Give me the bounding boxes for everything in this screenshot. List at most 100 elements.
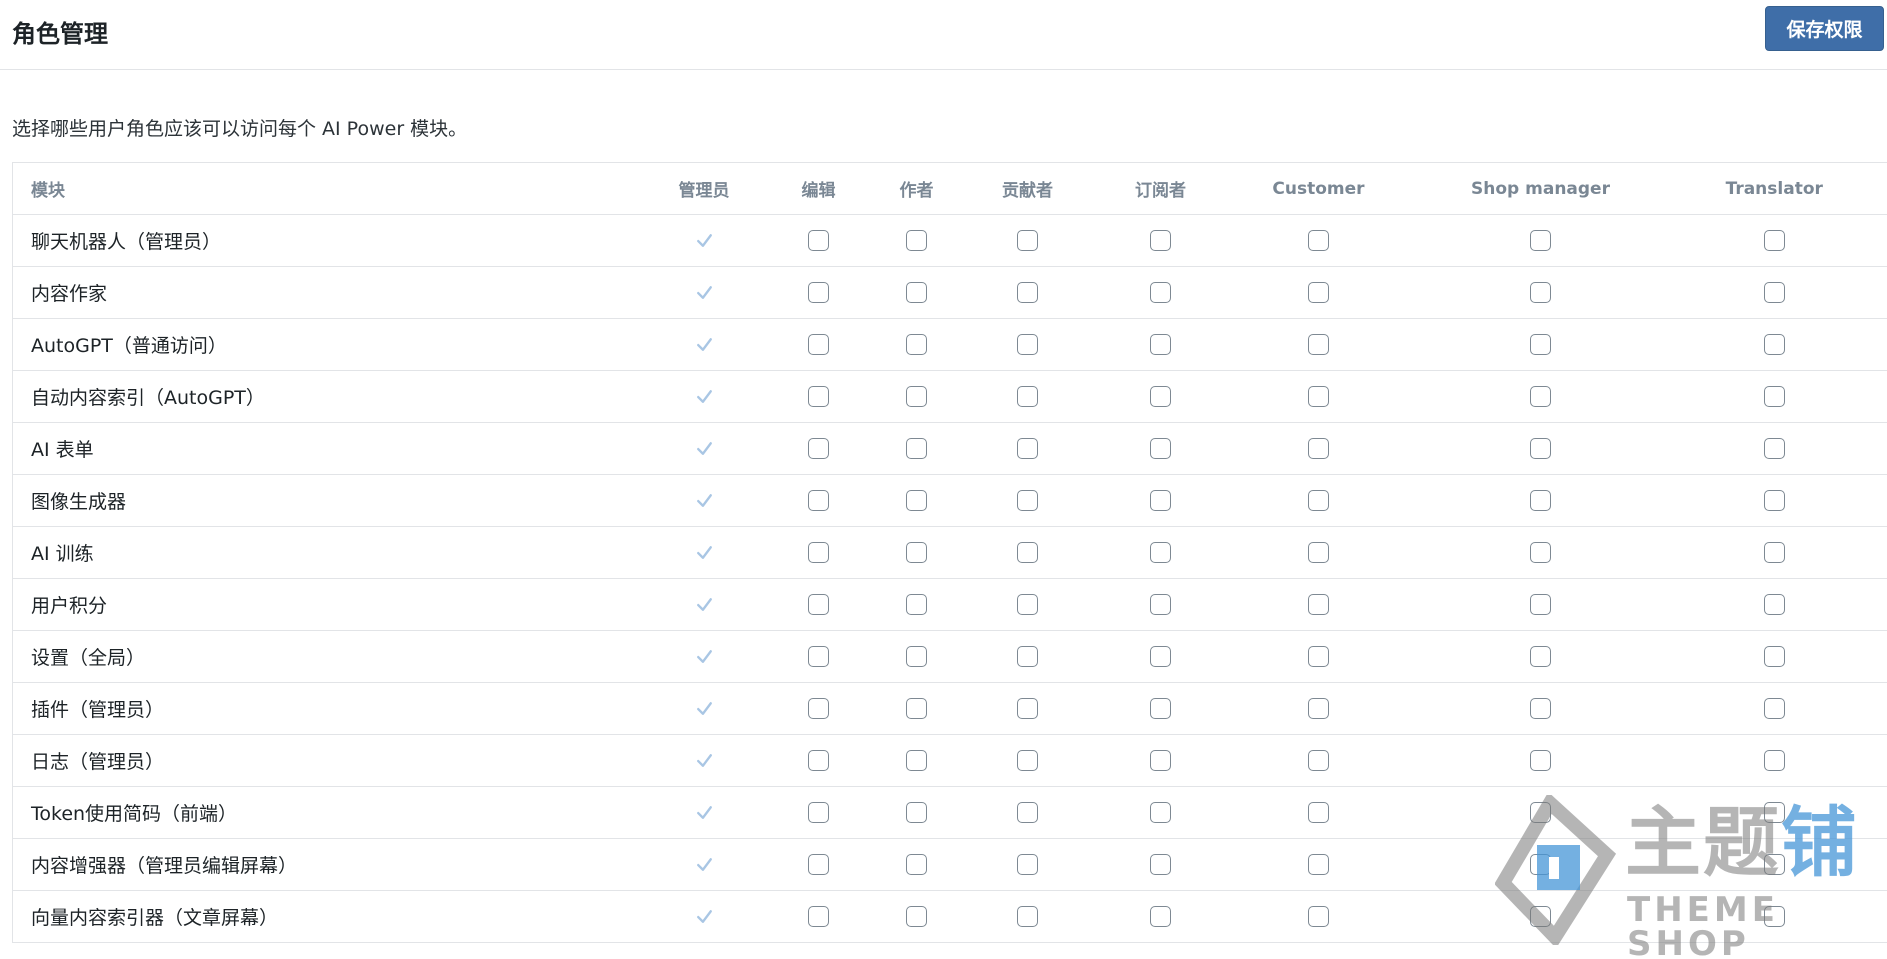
- permission-checkbox[interactable]: [1017, 282, 1038, 303]
- permission-checkbox[interactable]: [1530, 386, 1551, 407]
- permission-checkbox[interactable]: [1308, 854, 1329, 875]
- permission-checkbox[interactable]: [808, 386, 829, 407]
- permission-checkbox[interactable]: [1530, 854, 1551, 875]
- checkmark-icon[interactable]: [694, 594, 715, 615]
- permission-checkbox[interactable]: [1763, 854, 1785, 875]
- permission-checkbox[interactable]: [1150, 490, 1171, 511]
- permission-checkbox[interactable]: [1308, 334, 1329, 355]
- permission-checkbox[interactable]: [906, 594, 927, 615]
- permission-checkbox[interactable]: [808, 594, 829, 615]
- permission-checkbox[interactable]: [1308, 438, 1329, 459]
- permission-checkbox[interactable]: [808, 334, 829, 355]
- permission-checkbox[interactable]: [1763, 542, 1785, 563]
- permission-checkbox[interactable]: [808, 490, 829, 511]
- permission-checkbox[interactable]: [1530, 646, 1551, 667]
- permission-checkbox[interactable]: [1763, 334, 1785, 355]
- permission-checkbox[interactable]: [1530, 438, 1551, 459]
- permission-checkbox[interactable]: [1308, 750, 1329, 771]
- permission-checkbox[interactable]: [808, 854, 829, 875]
- permission-checkbox[interactable]: [808, 802, 829, 823]
- permission-checkbox[interactable]: [1017, 542, 1038, 563]
- permission-checkbox[interactable]: [1017, 750, 1038, 771]
- permission-checkbox[interactable]: [808, 542, 829, 563]
- permission-checkbox[interactable]: [1763, 438, 1785, 459]
- permission-checkbox[interactable]: [808, 230, 829, 251]
- checkmark-icon[interactable]: [694, 906, 715, 927]
- permission-checkbox[interactable]: [906, 542, 927, 563]
- permission-checkbox[interactable]: [1017, 802, 1038, 823]
- permission-checkbox[interactable]: [808, 282, 829, 303]
- checkmark-icon[interactable]: [694, 386, 715, 407]
- permission-checkbox[interactable]: [1150, 906, 1171, 927]
- permission-checkbox[interactable]: [1530, 334, 1551, 355]
- checkmark-icon[interactable]: [694, 490, 715, 511]
- permission-checkbox[interactable]: [1530, 906, 1551, 927]
- permission-checkbox[interactable]: [1308, 542, 1329, 563]
- checkmark-icon[interactable]: [694, 750, 715, 771]
- permission-checkbox[interactable]: [1150, 542, 1171, 563]
- checkmark-icon[interactable]: [694, 282, 715, 303]
- permission-checkbox[interactable]: [1308, 906, 1329, 927]
- save-permissions-button[interactable]: 保存权限: [1765, 6, 1884, 51]
- permission-checkbox[interactable]: [1530, 542, 1551, 563]
- permission-checkbox[interactable]: [1150, 230, 1171, 251]
- permission-checkbox[interactable]: [1150, 646, 1171, 667]
- permission-checkbox[interactable]: [906, 906, 927, 927]
- permission-checkbox[interactable]: [906, 802, 927, 823]
- permission-checkbox[interactable]: [906, 334, 927, 355]
- permission-checkbox[interactable]: [1308, 230, 1329, 251]
- permission-checkbox[interactable]: [1017, 334, 1038, 355]
- permission-checkbox[interactable]: [1150, 282, 1171, 303]
- permission-checkbox[interactable]: [1017, 698, 1038, 719]
- permission-checkbox[interactable]: [1308, 594, 1329, 615]
- checkmark-icon[interactable]: [694, 334, 715, 355]
- permission-checkbox[interactable]: [1763, 698, 1785, 719]
- permission-checkbox[interactable]: [1530, 230, 1551, 251]
- permission-checkbox[interactable]: [1530, 594, 1551, 615]
- permission-checkbox[interactable]: [906, 490, 927, 511]
- permission-checkbox[interactable]: [1763, 594, 1785, 615]
- permission-checkbox[interactable]: [1530, 282, 1551, 303]
- permission-checkbox[interactable]: [1150, 594, 1171, 615]
- permission-checkbox[interactable]: [906, 282, 927, 303]
- permission-checkbox[interactable]: [808, 438, 829, 459]
- permission-checkbox[interactable]: [1763, 646, 1785, 667]
- checkmark-icon[interactable]: [694, 854, 715, 875]
- permission-checkbox[interactable]: [1530, 802, 1551, 823]
- permission-checkbox[interactable]: [1308, 802, 1329, 823]
- permission-checkbox[interactable]: [1308, 386, 1329, 407]
- permission-checkbox[interactable]: [1308, 490, 1329, 511]
- permission-checkbox[interactable]: [1017, 490, 1038, 511]
- permission-checkbox[interactable]: [808, 698, 829, 719]
- permission-checkbox[interactable]: [808, 646, 829, 667]
- permission-checkbox[interactable]: [1308, 646, 1329, 667]
- checkmark-icon[interactable]: [694, 698, 715, 719]
- permission-checkbox[interactable]: [1017, 386, 1038, 407]
- permission-checkbox[interactable]: [1017, 438, 1038, 459]
- permission-checkbox[interactable]: [906, 230, 927, 251]
- permission-checkbox[interactable]: [906, 386, 927, 407]
- permission-checkbox[interactable]: [1150, 438, 1171, 459]
- permission-checkbox[interactable]: [808, 906, 829, 927]
- permission-checkbox[interactable]: [1150, 334, 1171, 355]
- permission-checkbox[interactable]: [1530, 490, 1551, 511]
- permission-checkbox[interactable]: [1150, 854, 1171, 875]
- permission-checkbox[interactable]: [1308, 698, 1329, 719]
- permission-checkbox[interactable]: [1150, 698, 1171, 719]
- permission-checkbox[interactable]: [1017, 230, 1038, 251]
- permission-checkbox[interactable]: [1017, 646, 1038, 667]
- permission-checkbox[interactable]: [1763, 750, 1785, 771]
- permission-checkbox[interactable]: [1017, 594, 1038, 615]
- permission-checkbox[interactable]: [906, 750, 927, 771]
- permission-checkbox[interactable]: [1308, 282, 1329, 303]
- checkmark-icon[interactable]: [694, 230, 715, 251]
- checkmark-icon[interactable]: [694, 438, 715, 459]
- permission-checkbox[interactable]: [1530, 698, 1551, 719]
- permission-checkbox[interactable]: [1150, 802, 1171, 823]
- permission-checkbox[interactable]: [906, 438, 927, 459]
- permission-checkbox[interactable]: [1017, 906, 1038, 927]
- permission-checkbox[interactable]: [808, 750, 829, 771]
- permission-checkbox[interactable]: [1763, 230, 1785, 251]
- checkmark-icon[interactable]: [694, 542, 715, 563]
- checkmark-icon[interactable]: [694, 646, 715, 667]
